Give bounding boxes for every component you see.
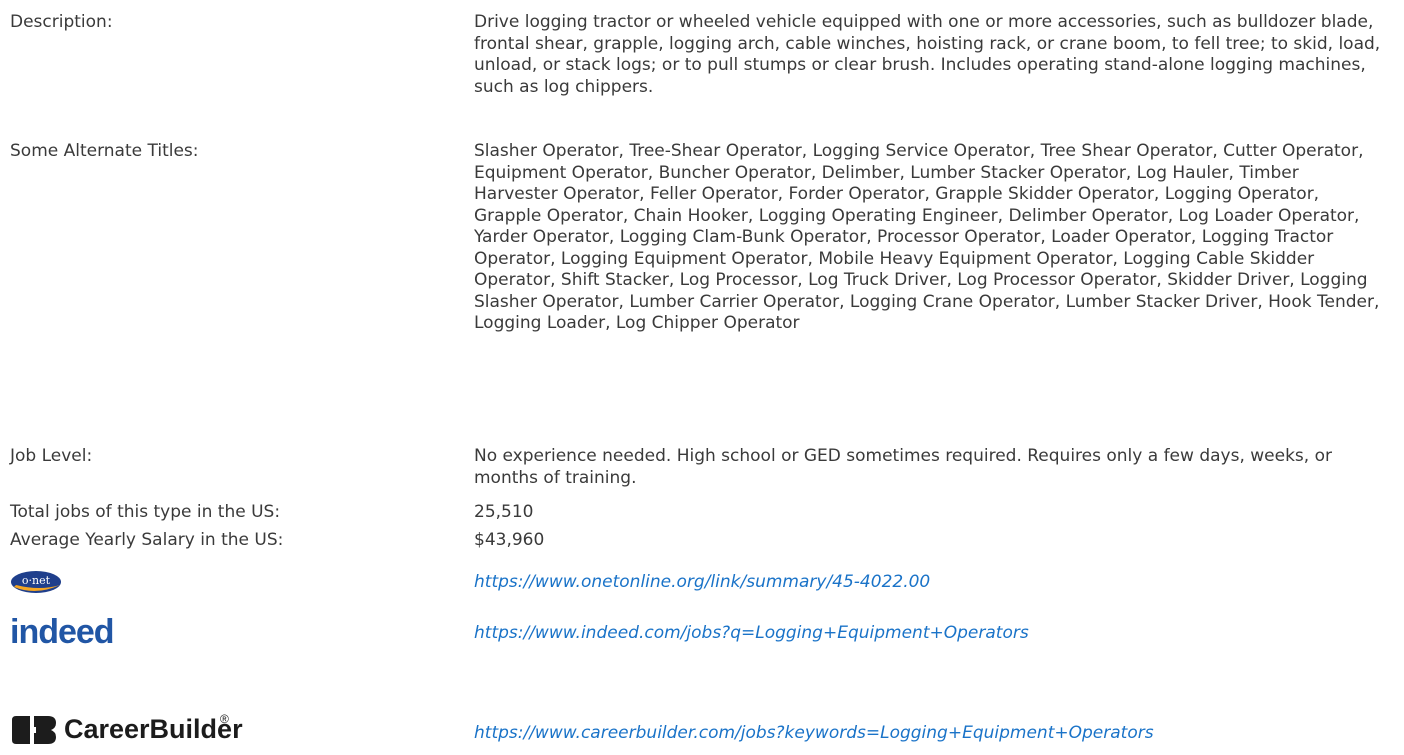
careerbuilder-mark-icon — [12, 716, 56, 744]
job-level-value: No experience needed. High school or GED… — [474, 446, 1332, 488]
onet-link[interactable]: https://www.onetonline.org/link/summary/… — [474, 572, 930, 594]
careerbuilder-wordmark: CareerBuilder — [64, 714, 243, 744]
alternate-titles-value: Slasher Operator, Tree-Shear Operator, L… — [474, 141, 1380, 333]
salary-label: Average Yearly Salary in the US: — [10, 530, 284, 550]
careerbuilder-link[interactable]: https://www.careerbuilder.com/jobs?keywo… — [474, 723, 1154, 745]
total-jobs-value: 25,510 — [474, 502, 534, 522]
job-level-label: Job Level: — [10, 446, 93, 466]
occupation-details: Description: Drive logging tractor or wh… — [0, 0, 1404, 755]
indeed-link[interactable]: https://www.indeed.com/jobs?q=Logging+Eq… — [474, 623, 1029, 645]
description-value: Drive logging tractor or wheeled vehicle… — [474, 12, 1381, 97]
total-jobs-label: Total jobs of this type in the US: — [10, 502, 281, 522]
alternate-titles-label: Some Alternate Titles: — [10, 141, 199, 161]
careerbuilder-registered-mark: ® — [220, 712, 229, 726]
svg-text:o·net: o·net — [22, 574, 51, 587]
indeed-logo: indeed — [10, 613, 115, 651]
salary-value: $43,960 — [474, 530, 545, 550]
onet-logo: o·net — [11, 571, 61, 593]
description-label: Description: — [10, 12, 113, 32]
